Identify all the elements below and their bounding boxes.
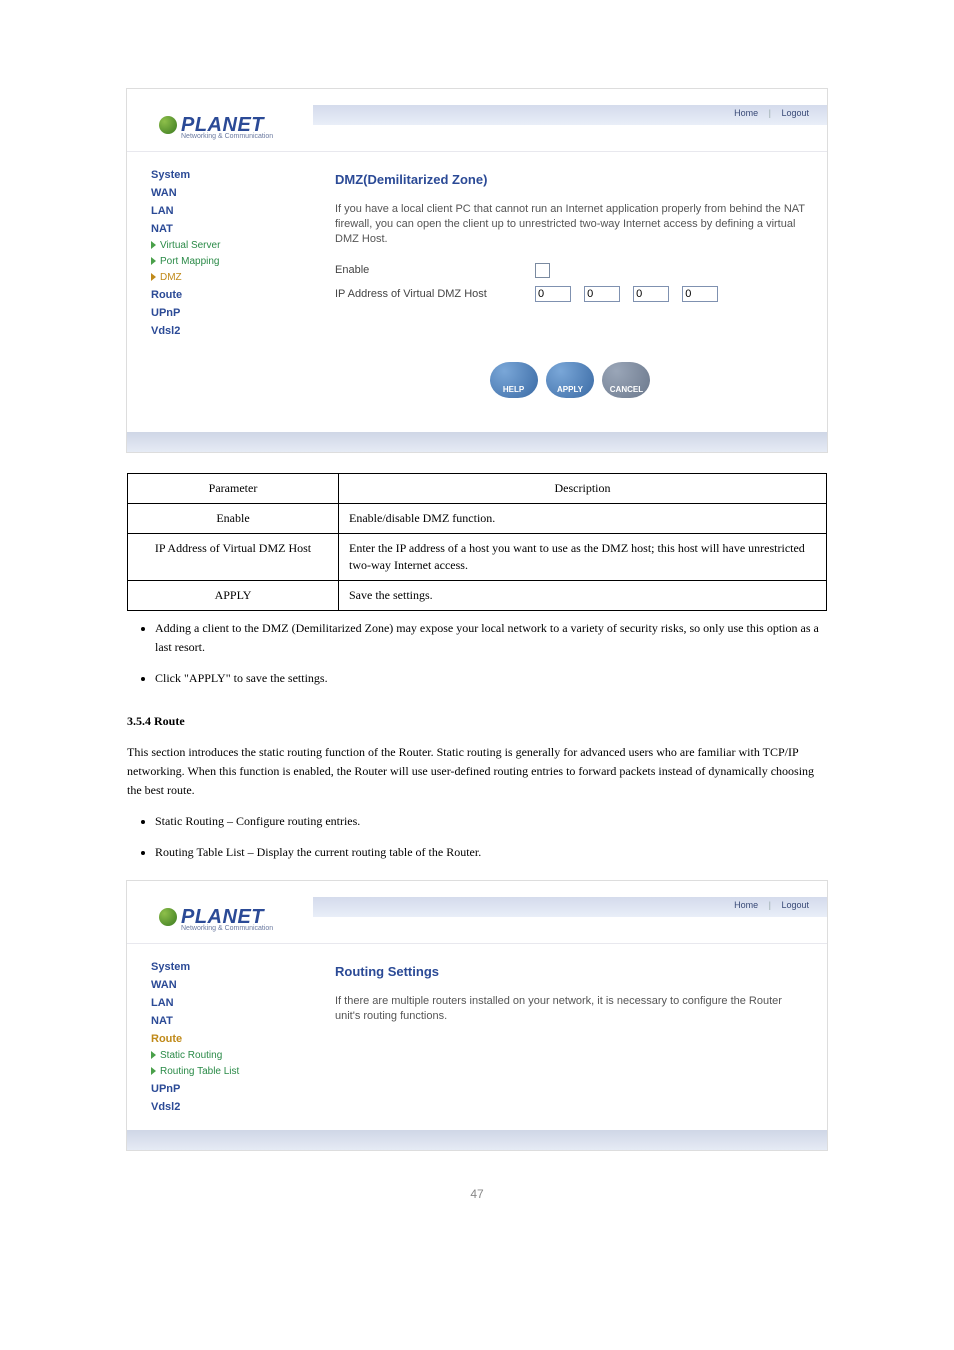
nav-upnp[interactable]: UPnP [151, 304, 295, 322]
globe-icon [159, 908, 177, 926]
page-description: If there are multiple routers installed … [335, 994, 805, 1024]
ip-octet-1[interactable] [535, 286, 571, 302]
nav-vdsl2[interactable]: Vdsl2 [151, 322, 295, 340]
brand-logo: PLANET [159, 115, 264, 135]
body-text: Adding a client to the DMZ (Demilitarize… [127, 619, 827, 862]
table-row: APPLY Save the settings. [128, 581, 827, 611]
nav-vdsl2[interactable]: Vdsl2 [151, 1098, 295, 1116]
nav-system[interactable]: System [151, 958, 295, 976]
page-description: If you have a local client PC that canno… [335, 202, 805, 247]
table-row: Enable Enable/disable DMZ function. [128, 504, 827, 534]
screenshot-dmz: Home | Logout PLANET Networking & Commun… [126, 88, 828, 453]
nav-nat[interactable]: NAT [151, 1012, 295, 1030]
screenshot-routing: Home | Logout PLANET Networking & Commun… [126, 880, 828, 1151]
section-paragraph: This section introduces the static routi… [127, 743, 827, 800]
nav-route[interactable]: Route [151, 286, 295, 304]
logout-link[interactable]: Logout [777, 900, 813, 910]
header: Home | Logout PLANET Networking & Commun… [127, 105, 827, 152]
page-title: DMZ(Demilitarized Zone) [335, 172, 805, 188]
apply-button[interactable]: APPLY [546, 362, 594, 398]
note-item: Click "APPLY" to save the settings. [155, 669, 827, 688]
nav-dmz[interactable]: DMZ [151, 270, 295, 286]
ip-octet-2[interactable] [584, 286, 620, 302]
nav-static-routing[interactable]: Static Routing [151, 1048, 295, 1064]
ip-octet-3[interactable] [633, 286, 669, 302]
note-item: Adding a client to the DMZ (Demilitarize… [155, 619, 827, 657]
nav-nat[interactable]: NAT [151, 220, 295, 238]
nav-lan[interactable]: LAN [151, 202, 295, 220]
header: Home | Logout PLANET Networking & Commun… [127, 897, 827, 944]
home-link[interactable]: Home [730, 108, 762, 118]
nav-virtual-server[interactable]: Virtual Server [151, 238, 295, 254]
nav-upnp[interactable]: UPnP [151, 1080, 295, 1098]
ip-octet-4[interactable] [682, 286, 718, 302]
parameter-table: Parameter Description Enable Enable/disa… [127, 473, 827, 611]
page-title: Routing Settings [335, 964, 805, 980]
table-row: IP Address of Virtual DMZ Host Enter the… [128, 534, 827, 581]
section-bullet: Routing Table List – Display the current… [155, 843, 827, 862]
nav-route[interactable]: Route [151, 1030, 295, 1048]
enable-label: Enable [335, 263, 535, 277]
logout-link[interactable]: Logout [777, 108, 813, 118]
col-description: Description [339, 474, 827, 504]
brand-logo: PLANET [159, 907, 264, 927]
section-bullet: Static Routing – Configure routing entri… [155, 812, 827, 831]
cancel-button[interactable]: CANCEL [602, 362, 650, 398]
ip-label: IP Address of Virtual DMZ Host [335, 287, 535, 301]
sidebar-nav: System WAN LAN NAT Route Static Routing … [127, 944, 313, 1130]
home-link[interactable]: Home [730, 900, 762, 910]
nav-system[interactable]: System [151, 166, 295, 184]
enable-checkbox[interactable] [535, 263, 550, 278]
nav-wan[interactable]: WAN [151, 976, 295, 994]
nav-routing-table[interactable]: Routing Table List [151, 1064, 295, 1080]
nav-port-mapping[interactable]: Port Mapping [151, 254, 295, 270]
globe-icon [159, 116, 177, 134]
col-parameter: Parameter [128, 474, 339, 504]
page-number: 47 [0, 1187, 954, 1201]
section-number: 3.5.4 Route [127, 712, 827, 731]
sidebar-nav: System WAN LAN NAT Virtual Server Port M… [127, 152, 313, 432]
nav-lan[interactable]: LAN [151, 994, 295, 1012]
nav-wan[interactable]: WAN [151, 184, 295, 202]
help-button[interactable]: HELP [490, 362, 538, 398]
